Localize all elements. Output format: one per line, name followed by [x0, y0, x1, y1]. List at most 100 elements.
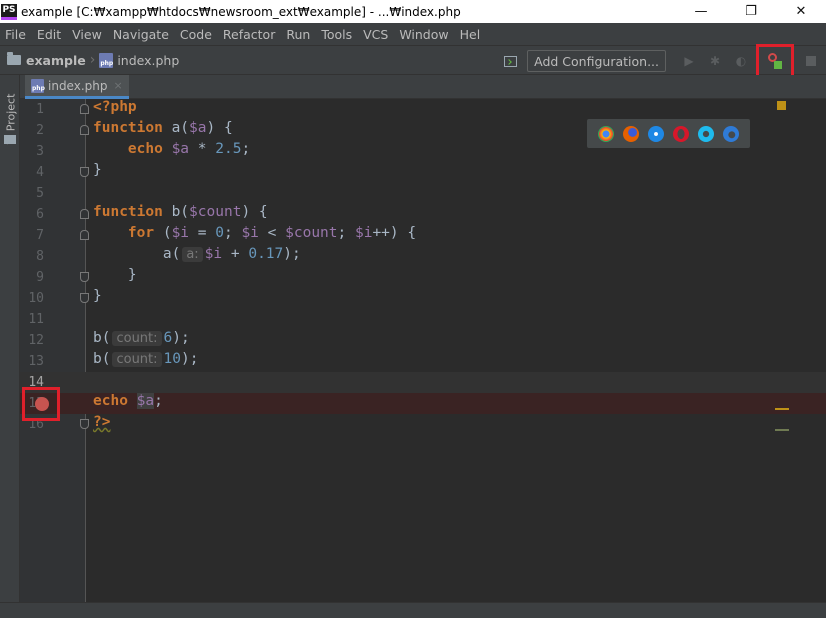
- code-text: a(: [162, 120, 190, 136]
- fold-marker-icon[interactable]: [80, 230, 89, 240]
- project-folder-icon: [4, 135, 16, 144]
- safari-icon[interactable]: [647, 125, 664, 142]
- menu-help[interactable]: Hel: [455, 27, 487, 42]
- tab-index-php[interactable]: php index.php ×: [25, 75, 129, 99]
- breadcrumb-separator-icon: ›: [89, 52, 96, 68]
- run-toolbar: Add Configuration... ▶ ✱ ◐: [504, 44, 826, 78]
- variable: $count: [285, 225, 338, 241]
- code-line-14: 14: [20, 372, 826, 393]
- minimize-button[interactable]: —: [676, 0, 726, 23]
- fold-marker-icon[interactable]: [80, 167, 89, 177]
- firefox-icon[interactable]: [622, 125, 639, 142]
- code-text: }: [93, 267, 137, 283]
- line-number: 4: [36, 165, 44, 180]
- code-editor[interactable]: 1 <?php 2 function a($a) { 3 echo $a * 2…: [20, 99, 826, 602]
- code-line-15: 15 echo $a;: [20, 393, 826, 414]
- code-text: <: [258, 225, 286, 241]
- line-number: 12: [28, 333, 44, 348]
- edge-icon[interactable]: [723, 125, 740, 142]
- fold-marker-icon[interactable]: [80, 104, 89, 114]
- opera-icon[interactable]: [673, 125, 690, 142]
- line-number: 7: [36, 228, 44, 243]
- window-title: example [C:₩xampp₩htdocs₩newsroom_ext₩ex…: [21, 4, 461, 19]
- tab-close-icon[interactable]: ×: [113, 79, 122, 92]
- code-line-9: 9 }: [20, 267, 826, 288]
- open-in-browser-popup: [587, 119, 750, 148]
- stop-icon[interactable]: [806, 56, 816, 66]
- menu-edit[interactable]: Edit: [32, 27, 67, 42]
- inspection-status-icon[interactable]: [777, 101, 786, 110]
- project-tool-window-tab[interactable]: 1: Project: [2, 81, 18, 161]
- fold-marker-icon[interactable]: [80, 272, 89, 282]
- code-text: +: [222, 246, 249, 262]
- coverage-icon[interactable]: ◐: [728, 50, 754, 72]
- left-tool-strip: 1: Project: [0, 75, 20, 618]
- fold-marker-icon[interactable]: [80, 209, 89, 219]
- menu-vcs[interactable]: VCS: [358, 27, 394, 42]
- code-text: ;: [241, 141, 251, 157]
- chrome-icon[interactable]: [597, 125, 614, 142]
- menu-window[interactable]: Window: [394, 27, 454, 42]
- window-controls: — ❐ ✕: [676, 0, 826, 23]
- tab-label: index.php: [48, 78, 108, 93]
- menu-file[interactable]: File: [0, 27, 32, 42]
- variable: $count: [189, 204, 242, 220]
- variable: $i: [204, 246, 223, 262]
- parameter-hint: count:: [112, 331, 162, 346]
- fold-marker-icon[interactable]: [80, 419, 89, 429]
- status-bar: [0, 602, 826, 618]
- breadcrumb-file[interactable]: index.php: [117, 53, 179, 68]
- restore-button[interactable]: ❐: [726, 0, 776, 23]
- variable: $a: [136, 393, 155, 409]
- code-text: );: [172, 330, 190, 346]
- variable: $a: [189, 120, 207, 136]
- error-stripe-marker[interactable]: [775, 408, 789, 410]
- number: 2.5: [215, 141, 242, 157]
- code-line-7: 7 for ($i = 0; $i < $count; $i++) {: [20, 225, 826, 246]
- breakpoint-icon[interactable]: [35, 397, 49, 411]
- fold-marker-icon[interactable]: [80, 125, 89, 135]
- menu-code[interactable]: Code: [175, 27, 218, 42]
- number: 0: [215, 225, 224, 241]
- folder-icon: [7, 52, 21, 65]
- keyword: echo: [93, 393, 128, 409]
- debug-listen-icon: [768, 53, 782, 69]
- close-window-button[interactable]: ✕: [776, 0, 826, 23]
- terminal-icon[interactable]: [504, 55, 518, 67]
- run-icon[interactable]: ▶: [676, 50, 702, 72]
- add-configuration-button[interactable]: Add Configuration...: [527, 50, 666, 72]
- code-line-6: 6 function b($count) {: [20, 204, 826, 225]
- line-number: 5: [36, 186, 44, 201]
- code-line-10: 10 }: [20, 288, 826, 309]
- code-text: b(: [93, 351, 111, 367]
- keyword: function: [93, 204, 163, 220]
- code-text: b(: [162, 204, 190, 220]
- code-text: (: [154, 225, 172, 241]
- code-text: }: [93, 162, 102, 178]
- parameter-hint: count:: [112, 352, 162, 367]
- line-number: 6: [36, 207, 44, 222]
- variable: $i: [171, 225, 190, 241]
- code-text: }: [93, 288, 102, 304]
- listen-debug-connections-button[interactable]: [756, 44, 794, 78]
- error-stripe-marker[interactable]: [775, 429, 789, 431]
- menu-bar: File Edit View Navigate Code Refactor Ru…: [0, 23, 826, 45]
- menu-tools[interactable]: Tools: [316, 27, 358, 42]
- phpstorm-app-icon: PS: [1, 3, 17, 20]
- breadcrumb-project[interactable]: example: [26, 53, 86, 68]
- code-text: b(: [93, 330, 111, 346]
- code-text: ;: [337, 225, 355, 241]
- variable: $a: [162, 141, 190, 157]
- ie-icon[interactable]: [698, 125, 715, 142]
- menu-run[interactable]: Run: [281, 27, 316, 42]
- keyword: function: [93, 120, 163, 136]
- menu-view[interactable]: View: [67, 27, 108, 42]
- debug-icon[interactable]: ✱: [702, 50, 728, 72]
- code-text: );: [283, 246, 301, 262]
- menu-navigate[interactable]: Navigate: [108, 27, 175, 42]
- menu-refactor[interactable]: Refactor: [218, 27, 281, 42]
- php-close-tag: ?>: [93, 414, 111, 430]
- code-line-13: 13 b(count: 10);: [20, 351, 826, 372]
- fold-marker-icon[interactable]: [80, 293, 89, 303]
